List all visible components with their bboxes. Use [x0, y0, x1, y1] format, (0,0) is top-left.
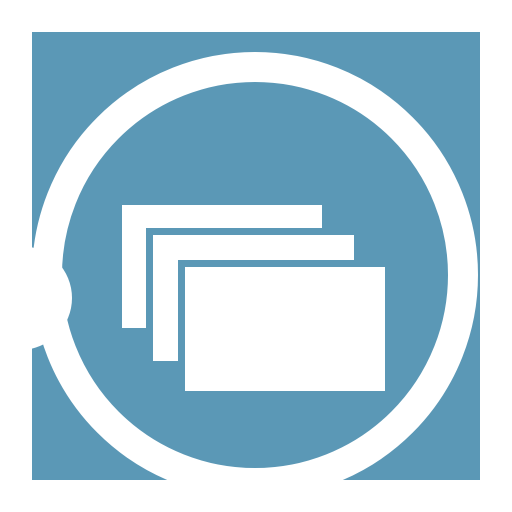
front-window-icon [185, 267, 385, 391]
task-switcher-windows-icon[interactable] [0, 0, 512, 512]
app-icon-frame [0, 0, 512, 512]
